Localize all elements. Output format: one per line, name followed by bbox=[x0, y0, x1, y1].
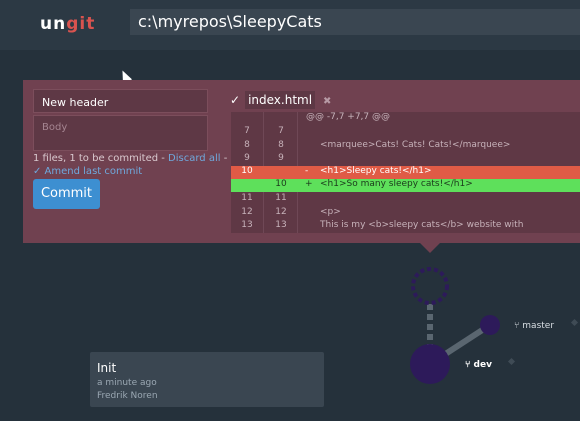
branch-label-master[interactable]: ⑂ master bbox=[514, 321, 554, 331]
new-commit-node[interactable] bbox=[411, 267, 449, 305]
commit-node-master[interactable] bbox=[480, 315, 500, 335]
commit-node-head[interactable] bbox=[410, 344, 450, 384]
commit-date: a minute ago bbox=[97, 378, 157, 388]
branch-icon: ⑂ bbox=[465, 360, 471, 370]
commit-title: Init bbox=[97, 361, 117, 375]
branch-label-dev[interactable]: ⑂ dev bbox=[465, 360, 492, 370]
branch-handle-icon[interactable] bbox=[570, 318, 579, 327]
commit-author: Fredrik Noren bbox=[97, 391, 158, 401]
branch-handle-icon[interactable] bbox=[507, 357, 516, 366]
branch-icon: ⑂ bbox=[514, 321, 520, 331]
commit-card[interactable]: Init a minute ago Fredrik Noren bbox=[90, 352, 324, 407]
